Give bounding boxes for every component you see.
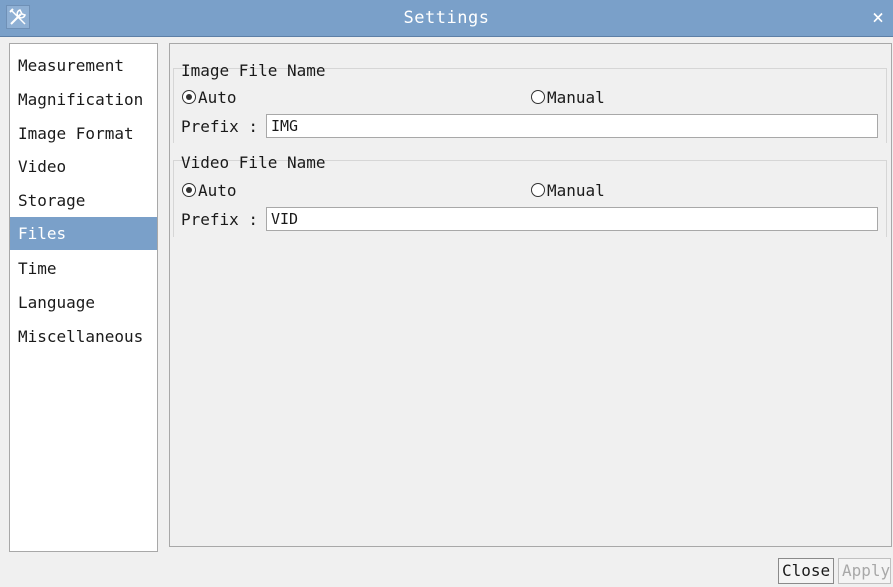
radio-checked-icon xyxy=(182,89,196,104)
settings-sidebar: Measurement Magnification Image Format V… xyxy=(9,43,158,552)
image-manual-label: Manual xyxy=(547,88,605,107)
sidebar-item-video[interactable]: Video xyxy=(10,150,157,183)
close-button[interactable]: Close xyxy=(778,558,835,584)
radio-unchecked-icon xyxy=(531,89,545,104)
video-manual-label: Manual xyxy=(547,181,605,200)
sidebar-item-storage[interactable]: Storage xyxy=(10,184,157,217)
sidebar-item-image-format[interactable]: Image Format xyxy=(10,117,157,150)
video-manual-radio[interactable]: Manual xyxy=(531,180,605,202)
close-icon[interactable]: × xyxy=(865,2,891,32)
image-file-group-title: Image File Name xyxy=(181,61,326,80)
sidebar-item-files[interactable]: Files xyxy=(10,217,157,250)
video-prefix-input[interactable]: VID xyxy=(266,207,878,231)
sidebar-item-miscellaneous[interactable]: Miscellaneous xyxy=(10,320,157,353)
sidebar-item-magnification[interactable]: Magnification xyxy=(10,83,157,116)
image-auto-radio[interactable]: Auto xyxy=(182,87,237,109)
sidebar-item-measurement[interactable]: Measurement xyxy=(10,49,157,82)
title-bar: Settings × xyxy=(0,0,893,37)
files-settings-panel: Image File Name Auto Manual Prefix : IMG… xyxy=(169,43,892,547)
image-prefix-input[interactable]: IMG xyxy=(266,114,878,138)
sidebar-item-time[interactable]: Time xyxy=(10,252,157,285)
sidebar-item-language[interactable]: Language xyxy=(10,286,157,319)
image-prefix-label: Prefix : xyxy=(181,117,259,136)
radio-checked-icon xyxy=(182,182,196,197)
image-auto-label: Auto xyxy=(198,88,237,107)
video-auto-radio[interactable]: Auto xyxy=(182,180,237,202)
window-title: Settings xyxy=(403,8,490,28)
video-prefix-label: Prefix : xyxy=(181,210,259,229)
video-auto-label: Auto xyxy=(198,181,237,200)
apply-button[interactable]: Apply xyxy=(838,558,891,584)
image-manual-radio[interactable]: Manual xyxy=(531,87,605,109)
radio-unchecked-icon xyxy=(531,182,545,197)
video-file-group-title: Video File Name xyxy=(181,153,326,172)
